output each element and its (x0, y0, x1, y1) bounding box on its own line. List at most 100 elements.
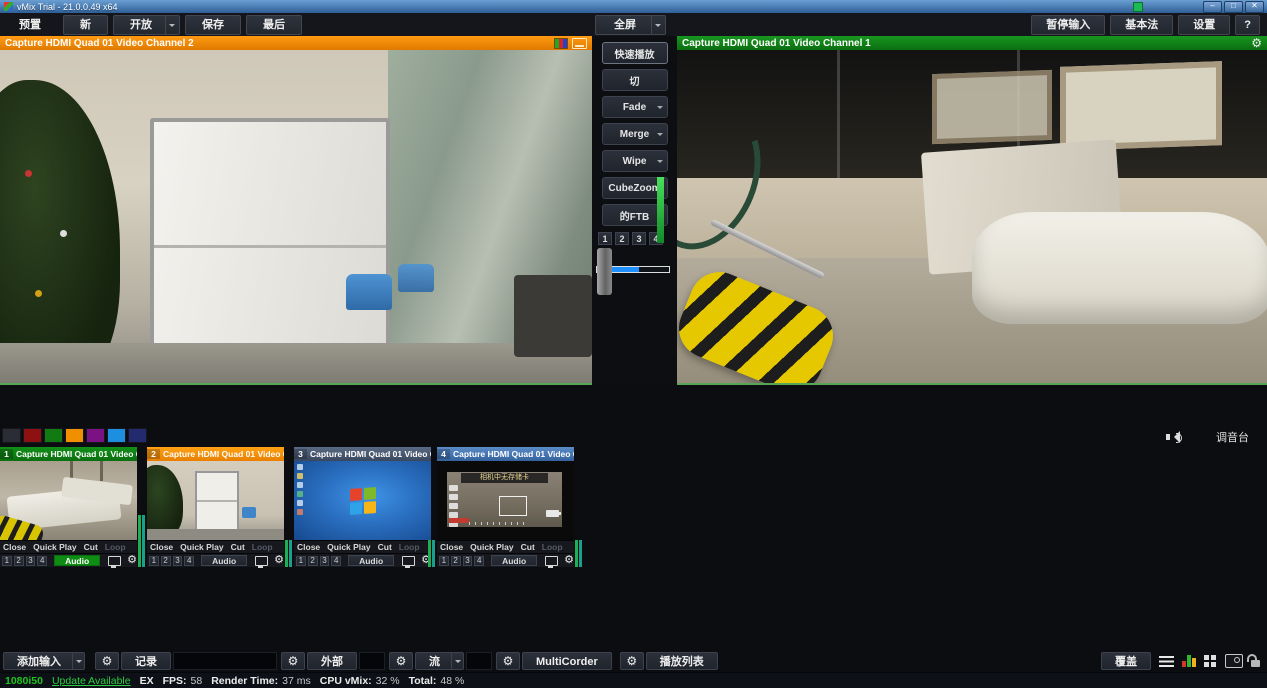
overlay-2-button[interactable]: 2 (161, 556, 171, 566)
close-input-button[interactable]: Close (0, 542, 29, 552)
category-swatch[interactable] (2, 428, 21, 443)
category-swatch[interactable] (44, 428, 63, 443)
overlay-3-button[interactable]: 3 (173, 556, 183, 566)
stream-dropdown-arrow-icon[interactable] (451, 652, 464, 670)
transition-2-merge-button[interactable]: Merge (602, 123, 668, 145)
multicorder-button[interactable]: MultiCorder (522, 652, 612, 670)
quick-play-input-button[interactable]: Quick Play (30, 542, 79, 552)
help-button[interactable]: ? (1235, 15, 1260, 35)
overlay-1-button[interactable]: 1 (149, 556, 159, 566)
preset-button[interactable]: 预置 (2, 15, 58, 35)
input-2-titlebar[interactable]: 2 Capture HDMI Quad 01 Video Cha (147, 447, 284, 461)
fullscreen-monitor-icon[interactable] (108, 556, 121, 566)
quick-play-input-button[interactable]: Quick Play (324, 542, 373, 552)
cut-input-button[interactable]: Cut (81, 542, 101, 552)
new-button[interactable]: 新 (63, 15, 108, 35)
close-input-button[interactable]: Close (294, 542, 323, 552)
input-settings-gear-icon[interactable] (564, 555, 574, 566)
audio-toggle-button[interactable]: Audio (348, 555, 394, 566)
category-swatch[interactable] (65, 428, 84, 443)
input-3-thumbnail[interactable] (294, 461, 431, 540)
add-input-dropdown-arrow-icon[interactable] (72, 652, 85, 670)
overlay-2-button[interactable]: 2 (451, 556, 461, 566)
overlay-4-button[interactable]: 4 (474, 556, 484, 566)
quick-play-button[interactable]: 快速播放 (602, 42, 668, 64)
transition-3-wipe-button[interactable]: Wipe (602, 150, 668, 172)
record-settings-gear-button[interactable] (95, 652, 119, 670)
overlay-button[interactable]: 覆盖 (1101, 652, 1151, 670)
input-2-thumbnail[interactable] (147, 461, 284, 540)
minimize-button[interactable]: – (1203, 1, 1222, 13)
last-button[interactable]: 最后 (246, 15, 302, 35)
playlist-button[interactable]: 播放列表 (646, 652, 718, 670)
overlay-1-button[interactable]: 1 (296, 556, 306, 566)
save-button[interactable]: 保存 (185, 15, 241, 35)
overlay-1-button[interactable]: 1 (439, 556, 449, 566)
preview-output-monitor-icon[interactable] (572, 38, 587, 49)
cut-button[interactable]: 切 (602, 69, 668, 91)
overlay-1-button[interactable]: 1 (2, 556, 12, 566)
fullscreen-monitor-icon[interactable] (255, 556, 268, 566)
program-settings-gear-icon[interactable] (1251, 37, 1262, 49)
audio-levels-icon[interactable] (1182, 655, 1196, 667)
close-input-button[interactable]: Close (147, 542, 176, 552)
input-1-thumbnail[interactable] (0, 461, 137, 540)
overlay-1-button[interactable]: 1 (598, 232, 612, 245)
playlist-settings-gear-button[interactable] (620, 652, 644, 670)
quick-play-input-button[interactable]: Quick Play (467, 542, 516, 552)
overlay-2-button[interactable]: 2 (615, 232, 629, 245)
basic-button[interactable]: 基本法 (1110, 15, 1173, 35)
loop-toggle[interactable]: Loop (539, 542, 566, 552)
close-input-button[interactable]: Close (437, 542, 466, 552)
maximize-button[interactable]: □ (1224, 1, 1243, 13)
input-4-thumbnail[interactable]: 相机中无存储卡 (437, 461, 574, 540)
fullscreen-monitor-icon[interactable] (402, 556, 415, 566)
input-settings-gear-icon[interactable] (127, 555, 137, 566)
overlay-2-button[interactable]: 2 (14, 556, 24, 566)
input-1-titlebar[interactable]: 1 Capture HDMI Quad 01 Video Cha (0, 447, 137, 461)
quick-play-input-button[interactable]: Quick Play (177, 542, 226, 552)
record-button[interactable]: 记录 (121, 652, 171, 670)
audio-mixer-label[interactable]: 调音台 (1216, 429, 1249, 445)
overlay-3-button[interactable]: 3 (26, 556, 36, 566)
overlay-4-button[interactable]: 4 (184, 556, 194, 566)
cut-input-button[interactable]: Cut (518, 542, 538, 552)
overlay-4-button[interactable]: 4 (37, 556, 47, 566)
loop-toggle[interactable]: Loop (396, 542, 423, 552)
category-swatch[interactable] (23, 428, 42, 443)
audio-toggle-button[interactable]: Audio (54, 555, 100, 566)
fullscreen-monitor-icon[interactable] (545, 556, 558, 566)
multicorder-settings-gear-button[interactable] (496, 652, 520, 670)
category-swatch[interactable] (107, 428, 126, 443)
unlock-icon[interactable] (1251, 660, 1260, 667)
loop-toggle[interactable]: Loop (102, 542, 129, 552)
preview-colorbars-icon[interactable] (554, 38, 568, 49)
add-input-button[interactable]: 添加输入 (3, 652, 75, 670)
open-button[interactable]: 开放 (113, 15, 169, 35)
stream-button[interactable]: 流 (415, 652, 454, 670)
category-swatch[interactable] (86, 428, 105, 443)
overlay-3-button[interactable]: 3 (632, 232, 646, 245)
external-settings-gear-button[interactable] (281, 652, 305, 670)
overlay-2-button[interactable]: 2 (308, 556, 318, 566)
input-3-titlebar[interactable]: 3 Capture HDMI Quad 01 Video Cha (294, 447, 431, 461)
overlay-3-button[interactable]: 3 (320, 556, 330, 566)
loop-toggle[interactable]: Loop (249, 542, 276, 552)
audio-toggle-button[interactable]: Audio (491, 555, 537, 566)
fullscreen-button[interactable]: 全屏 (595, 15, 655, 35)
input-4-titlebar[interactable]: 4 Capture HDMI Quad 01 Video Cha (437, 447, 574, 461)
fullscreen-dropdown-arrow-icon[interactable] (651, 15, 666, 35)
open-dropdown-arrow-icon[interactable] (165, 15, 180, 35)
speaker-icon[interactable] (1166, 431, 1182, 443)
settings-button[interactable]: 设置 (1178, 15, 1230, 35)
audio-toggle-button[interactable]: Audio (201, 555, 247, 566)
pause-inputs-button[interactable]: 暂停输入 (1031, 15, 1105, 35)
multiview-grid-icon[interactable] (1204, 655, 1217, 668)
stream-settings-gear-button[interactable] (389, 652, 413, 670)
transition-1-fade-button[interactable]: Fade (602, 96, 668, 118)
t-bar-handle[interactable] (597, 248, 612, 295)
update-available-link[interactable]: Update Available (52, 675, 131, 687)
external-button[interactable]: 外部 (307, 652, 357, 670)
menu-icon[interactable] (1159, 656, 1174, 667)
close-button[interactable]: ✕ (1245, 1, 1264, 13)
